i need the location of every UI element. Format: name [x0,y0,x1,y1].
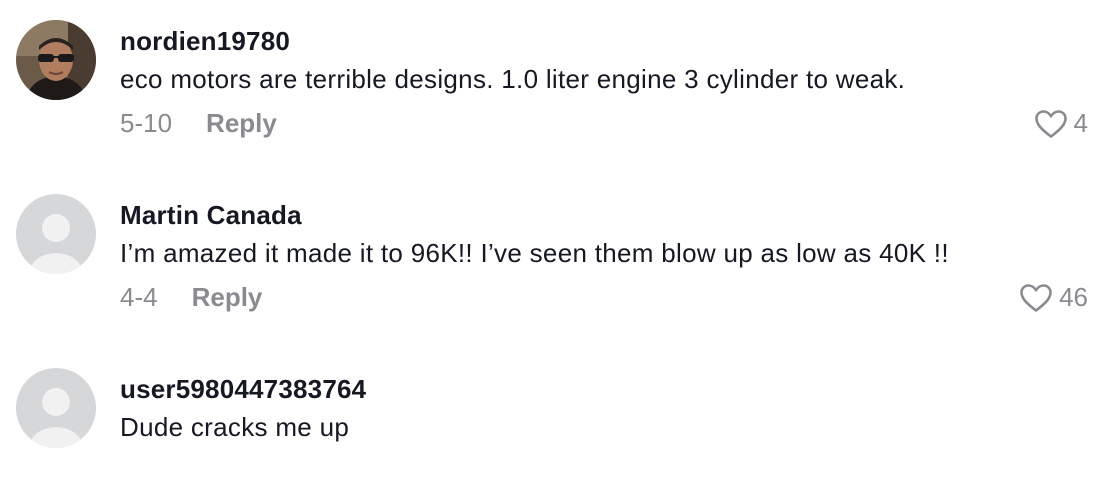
avatar[interactable] [16,368,96,448]
like-button[interactable]: 4 [1034,108,1088,139]
like-count: 46 [1059,282,1088,312]
avatar[interactable] [16,194,96,274]
comment-meta: 5-10 Reply [120,108,277,139]
default-avatar-icon [16,368,96,448]
default-avatar-icon [16,194,96,274]
comment-username[interactable]: user5980447383764 [120,374,366,405]
comment-date: 4-4 [120,282,158,312]
comment-item: nordien19780 eco motors are terrible des… [0,0,1110,150]
comment-item: user5980447383764 Dude cracks me up [0,348,1110,498]
comment-text: I’m amazed it made it to 96K!! I’ve seen… [120,238,949,268]
heart-outline-icon [1020,283,1052,312]
like-button[interactable]: 46 [1019,282,1088,313]
avatar[interactable] [16,20,96,100]
user-photo-icon [16,20,96,100]
reply-button[interactable]: Reply [192,282,263,313]
comment-date: 5-10 [120,108,173,138]
heart-outline-icon [1034,109,1067,138]
comment-text: Dude cracks me up [120,412,350,442]
reply-button[interactable]: Reply [206,108,277,139]
comment-meta: 4-4 Reply [120,282,262,313]
comment-username[interactable]: nordien19780 [120,26,290,57]
comment-text: eco motors are terrible designs. 1.0 lit… [120,64,906,94]
comment-username[interactable]: Martin Canada [120,200,302,231]
like-count: 4 [1073,108,1088,138]
comment-item: Martin Canada I’m amazed it made it to 9… [0,174,1110,324]
